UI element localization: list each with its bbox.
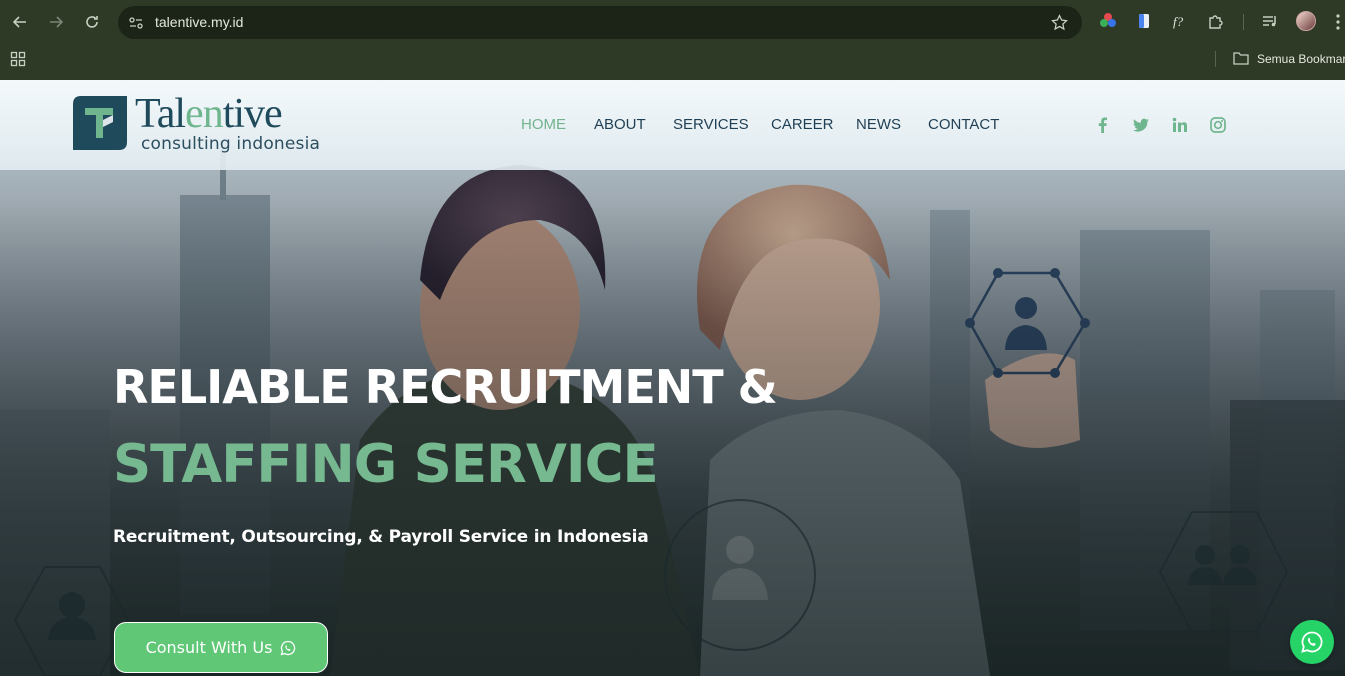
toolbar: talentive.my.id f?	[0, 0, 1345, 44]
nav-news[interactable]: NEWS	[856, 116, 901, 133]
font-extension-icon[interactable]: f?	[1171, 12, 1189, 30]
consult-button[interactable]: Consult With Us	[114, 622, 328, 673]
site-info-icon[interactable]	[128, 15, 144, 31]
linkedin-icon[interactable]	[1171, 116, 1189, 134]
website-viewport: Talentive consulting indonesia HOME ABOU…	[0, 80, 1345, 676]
media-control-icon[interactable]	[1261, 12, 1279, 30]
whatsapp-chat-button[interactable]	[1290, 620, 1334, 664]
twitter-icon[interactable]	[1132, 116, 1150, 134]
nav-contact[interactable]: CONTACT	[928, 116, 999, 133]
apps-grid-icon[interactable]	[10, 51, 26, 67]
hero-title-line2: STAFFING SERVICE	[113, 434, 659, 495]
site-logo[interactable]: Talentive consulting indonesia	[73, 91, 320, 156]
talentive-logo-mark	[73, 96, 127, 150]
bookmark-star-icon[interactable]	[1051, 14, 1068, 31]
bookmarks-divider	[1215, 51, 1216, 67]
folder-icon[interactable]	[1233, 51, 1249, 65]
whatsapp-icon	[1301, 631, 1323, 653]
nav-career[interactable]: CAREER	[771, 116, 834, 133]
forward-arrow-icon	[50, 16, 64, 28]
bookmark-folder-label[interactable]: Semua Bookmark	[1257, 52, 1345, 66]
nav-about[interactable]: ABOUT	[594, 116, 646, 133]
browser-chrome: talentive.my.id f? Semua Bookmark	[0, 0, 1345, 80]
reload-button[interactable]	[80, 10, 104, 34]
nav-home[interactable]: HOME	[521, 116, 566, 133]
hero-subtitle: Recruitment, Outsourcing, & Payroll Serv…	[113, 527, 649, 547]
instagram-icon[interactable]	[1209, 116, 1227, 134]
docs-extension-icon[interactable]	[1135, 12, 1153, 30]
toolbar-divider	[1243, 14, 1244, 30]
color-extension-icon[interactable]	[1099, 12, 1117, 30]
forward-button[interactable]	[44, 10, 68, 34]
bookmarks-bar	[0, 44, 1345, 80]
url-text[interactable]: talentive.my.id	[155, 14, 243, 30]
hero-title-line1: RELIABLE RECRUITMENT &	[113, 360, 778, 414]
facebook-icon[interactable]	[1094, 116, 1112, 134]
nav-services[interactable]: SERVICES	[673, 116, 749, 133]
profile-avatar[interactable]	[1296, 11, 1316, 31]
address-bar[interactable]: talentive.my.id	[118, 6, 1082, 39]
back-arrow-icon	[12, 16, 26, 28]
extensions-puzzle-icon[interactable]	[1207, 12, 1225, 30]
consult-button-label: Consult With Us	[145, 638, 273, 657]
whatsapp-icon	[280, 640, 296, 655]
logo-wordmark: Talentive	[135, 91, 283, 137]
logo-subtitle: consulting indonesia	[141, 134, 321, 154]
svg-text:f?: f?	[1173, 14, 1184, 29]
reload-icon	[86, 16, 98, 28]
more-menu-icon[interactable]	[1336, 13, 1340, 31]
site-header: Talentive consulting indonesia HOME ABOU…	[0, 80, 1345, 170]
back-button[interactable]	[8, 10, 32, 34]
